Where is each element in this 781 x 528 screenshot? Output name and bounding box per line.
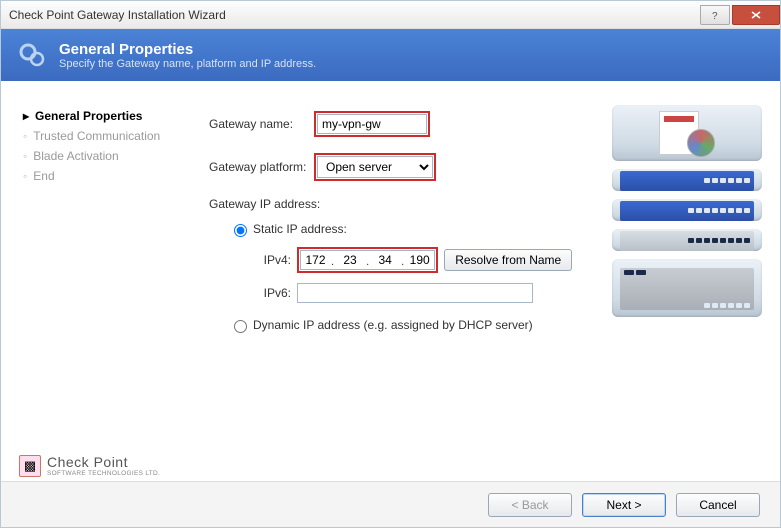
resolve-from-name-button[interactable]: Resolve from Name	[444, 249, 572, 271]
gateway-platform-select[interactable]: Open server	[317, 156, 433, 178]
brand-logo: ▩ Check Point SOFTWARE TECHNOLOGIES LTD.	[19, 454, 160, 477]
ipv4-seg-2[interactable]	[335, 250, 365, 270]
wizard-footer: < Back Next > Cancel	[1, 481, 780, 527]
window-title: Check Point Gateway Installation Wizard	[9, 8, 226, 22]
gateway-name-label: Gateway name:	[209, 117, 314, 131]
steps-sidebar: General Properties Trusted Communication…	[1, 81, 181, 481]
appliance-illustration-3	[612, 229, 762, 251]
gear-icon	[15, 38, 49, 72]
step-end: End	[23, 169, 163, 183]
wizard-window: Check Point Gateway Installation Wizard …	[0, 0, 781, 528]
gateway-platform-label: Gateway platform:	[209, 160, 314, 174]
device-illustrations	[600, 81, 780, 481]
wizard-header: General Properties Specify the Gateway n…	[1, 29, 780, 81]
ipv4-seg-1[interactable]	[300, 250, 330, 270]
step-general-properties: General Properties	[23, 109, 163, 123]
ipv4-input[interactable]: . . .	[297, 247, 438, 273]
checkpoint-logo-icon: ▩	[19, 455, 41, 477]
ipv4-seg-3[interactable]	[370, 250, 400, 270]
software-package-illustration	[612, 105, 762, 161]
back-button[interactable]: < Back	[488, 493, 572, 517]
static-ip-radio-row[interactable]: Static IP address:	[229, 221, 590, 237]
header-subtitle: Specify the Gateway name, platform and I…	[59, 58, 316, 70]
appliance-illustration-1	[612, 169, 762, 191]
appliance-illustration-4	[612, 259, 762, 317]
next-button[interactable]: Next >	[582, 493, 666, 517]
header-title: General Properties	[59, 41, 316, 58]
ipv6-input[interactable]	[297, 283, 533, 303]
ipv6-label: IPv6:	[251, 286, 291, 300]
static-ip-radio[interactable]	[234, 224, 247, 237]
form-panel: Gateway name: Gateway platform: Open ser…	[181, 81, 600, 481]
step-blade-activation: Blade Activation	[23, 149, 163, 163]
dynamic-ip-radio-row[interactable]: Dynamic IP address (e.g. assigned by DHC…	[229, 317, 590, 333]
step-trusted-communication: Trusted Communication	[23, 129, 163, 143]
titlebar: Check Point Gateway Installation Wizard …	[1, 1, 780, 29]
ipv4-label: IPv4:	[251, 253, 291, 267]
close-button[interactable]	[732, 5, 780, 25]
ipv4-seg-4[interactable]	[405, 250, 435, 270]
dynamic-ip-radio[interactable]	[234, 320, 247, 333]
svg-text:?: ?	[712, 11, 718, 20]
gateway-name-input[interactable]	[317, 114, 427, 134]
help-button[interactable]: ?	[700, 5, 730, 25]
cancel-button[interactable]: Cancel	[676, 493, 760, 517]
appliance-illustration-2	[612, 199, 762, 221]
ip-section-label: Gateway IP address:	[209, 197, 590, 211]
